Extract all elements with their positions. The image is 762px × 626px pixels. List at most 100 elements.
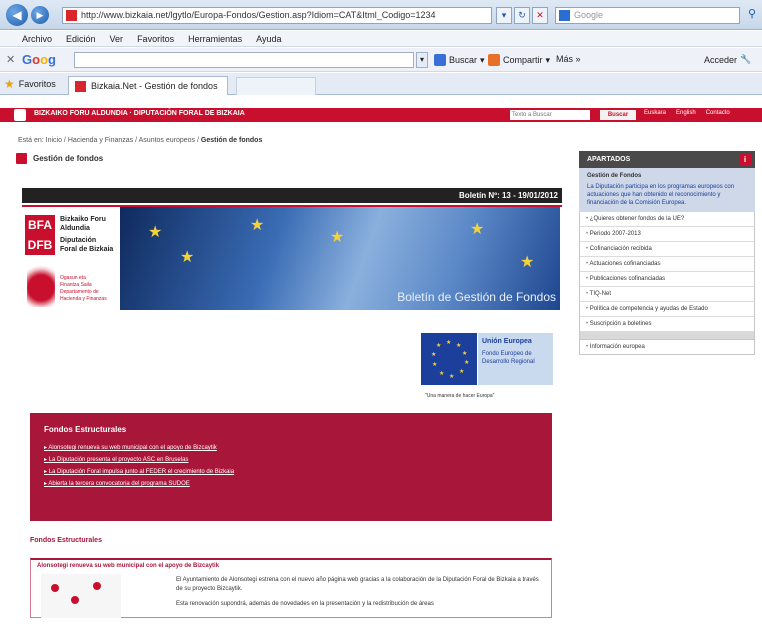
sidebar-intro-title[interactable]: Gestión de Fondos <box>587 173 747 179</box>
sidebar-header: APARTADOS i <box>579 151 755 168</box>
menu-ayuda[interactable]: Ayuda <box>256 31 281 46</box>
sidebar-item[interactable]: Información europea <box>580 340 754 354</box>
tabs-bar: ★ Favoritos Bizkaia.Net - Gestión de fon… <box>0 73 762 95</box>
mas-label: Más » <box>556 54 581 64</box>
fondos-estructurales-box: Fondos Estructurales Alonsotegi renueva … <box>30 413 552 521</box>
address-text: http://www.bizkaia.net/lgytlo/Europa-Fon… <box>81 10 436 20</box>
wrench-icon: 🔧 <box>740 54 752 64</box>
compartir-button[interactable]: Compartir ▾ <box>488 54 550 66</box>
star-icon: ★ <box>470 221 485 238</box>
article-card: Alonsotegi renueva su web municipal con … <box>30 558 552 618</box>
search-icon[interactable]: ⚲ <box>744 7 760 24</box>
acceder-button[interactable]: Acceder 🔧 <box>704 54 751 65</box>
logo-line: Aldundia <box>60 225 90 232</box>
refresh-icon[interactable]: ↻ <box>514 7 530 24</box>
article-paragraph: El Ayuntamiento de Alonsotegi estrena co… <box>176 577 539 592</box>
google-search-input[interactable] <box>74 52 414 68</box>
logo-dfb-text: DFB <box>27 238 53 252</box>
site-header-bar: BIZKAIKO FORU ALDUNDIA · DIPUTACIÓN FORA… <box>0 108 762 122</box>
eu-flag-icon: ★ ★ ★ ★ ★ ★ ★ ★ ★ ★ <box>421 333 477 385</box>
buscar-button[interactable]: Buscar ▾ <box>434 54 485 66</box>
sidebar-divider <box>580 332 754 340</box>
stop-icon[interactable]: ✕ <box>532 7 548 24</box>
sidebar-intro-text: La Diputación participa en los programas… <box>587 184 735 206</box>
close-toolbar-icon[interactable]: ✕ <box>6 53 15 66</box>
sidebar-item[interactable]: TIQ-Net <box>580 287 754 302</box>
link-english[interactable]: English <box>676 110 696 116</box>
search-icon <box>434 54 446 66</box>
fondos-link[interactable]: La Diputación presenta el proyecto ASC e… <box>44 454 538 466</box>
browser-search-placeholder: Google <box>574 10 604 20</box>
logo-sub-line: Finantza Saila <box>60 282 92 288</box>
fondos-link[interactable]: Abierta la tercera convocatoria del prog… <box>44 478 538 490</box>
site-header-text: BIZKAIKO FORU ALDUNDIA · DIPUTACIÓN FORA… <box>34 110 245 117</box>
menu-edicion[interactable]: Edición <box>66 31 96 46</box>
buscar-label: Buscar <box>449 55 478 65</box>
menu-archivo[interactable]: Archivo <box>22 31 52 46</box>
article-title[interactable]: Alonsotegi renueva su web municipal con … <box>37 563 219 569</box>
tab-favicon-icon <box>75 81 86 92</box>
info-icon: i <box>739 153 751 166</box>
favorites-button[interactable]: ★ Favoritos <box>4 77 56 91</box>
fondos-link[interactable]: Alonsotegi renueva su web municipal con … <box>44 442 538 454</box>
bulletin-banner: BFA DFB Bizkaiko Foru Aldundia Diputació… <box>22 205 562 310</box>
sidebar-item[interactable]: Actuaciones cofinanciadas <box>580 257 754 272</box>
link-contacto[interactable]: Contacto <box>706 110 730 116</box>
eu-caption: "Una manera de hacer Europa" <box>425 393 495 399</box>
favorites-label: Favoritos <box>18 79 56 89</box>
logo-line: Diputación <box>60 237 97 244</box>
browser-search-input[interactable]: Google <box>555 7 740 24</box>
document-icon <box>16 153 27 164</box>
banner-caption: Boletín de Gestión de Fondos <box>397 290 556 304</box>
sidebar: APARTADOS i Gestión de Fondos La Diputac… <box>579 151 755 355</box>
new-tab-button[interactable] <box>236 77 316 95</box>
site-search-input[interactable]: Texto a Buscar <box>510 110 590 120</box>
sidebar-item[interactable]: ¿Quieres obtener fondos de la UE? <box>580 212 754 227</box>
star-icon: ★ <box>148 224 163 241</box>
eu-fund: Fondo Europeo de Desarrollo Regional <box>482 351 535 365</box>
dropdown-icon[interactable]: ▾ <box>496 7 512 24</box>
sidebar-header-text: APARTADOS <box>587 156 631 163</box>
site-search-placeholder: Texto a Buscar <box>512 112 552 118</box>
compartir-label: Compartir <box>503 55 543 65</box>
sidebar-item[interactable]: Cofinanciación recibida <box>580 242 754 257</box>
eu-logo-text: Unión Europea Fondo Europeo de Desarroll… <box>478 333 553 385</box>
link-euskara[interactable]: Euskara <box>644 110 666 116</box>
logo-text: Bizkaiko Foru Aldundia Diputación Foral … <box>60 215 113 254</box>
site-search-button[interactable]: Buscar <box>600 110 636 120</box>
star-icon: ★ <box>250 217 265 234</box>
menu-ver[interactable]: Ver <box>110 31 124 46</box>
browser-titlebar: ◀ ▶ http://www.bizkaia.net/lgytlo/Europa… <box>0 0 762 30</box>
star-icon: ★ <box>4 77 15 91</box>
address-bar[interactable]: http://www.bizkaia.net/lgytlo/Europa-Fon… <box>62 7 492 24</box>
chevron-down-icon[interactable]: ▾ <box>416 52 428 68</box>
logo-subtext: Ogasun eta Finantza Saila Departamento d… <box>60 275 107 303</box>
google-logo: Goog <box>22 52 56 67</box>
back-button[interactable]: ◀ <box>6 4 28 26</box>
forward-button[interactable]: ▶ <box>31 6 49 24</box>
acceder-label: Acceder <box>704 54 738 65</box>
menu-herramientas[interactable]: Herramientas <box>188 31 242 46</box>
tab-title: Bizkaia.Net - Gestión de fondos <box>91 81 218 91</box>
menu-favoritos[interactable]: Favoritos <box>137 31 174 46</box>
sidebar-item[interactable]: Suscripción a boletines <box>580 317 754 332</box>
logo-line: Bizkaiko Foru <box>60 216 106 223</box>
sidebar-item[interactable]: Periodo 2007-2013 <box>580 227 754 242</box>
menu-bar: Archivo Edición Ver Favoritos Herramient… <box>0 31 762 47</box>
tab-gestion-fondos[interactable]: Bizkaia.Net - Gestión de fondos <box>68 76 228 95</box>
article-image <box>41 574 121 618</box>
logo-bfa-text: BFA <box>28 218 52 232</box>
sidebar-item[interactable]: Política de competencia y ayudas de Esta… <box>580 302 754 317</box>
mas-button[interactable]: Más » <box>556 54 581 64</box>
breadcrumb-trail[interactable]: Inicio / Hacienda y Finanzas / Asuntos e… <box>46 137 199 144</box>
breadcrumb-prefix: Está en: <box>18 137 44 144</box>
share-icon <box>488 54 500 66</box>
article-paragraph: Esta renovación supondrá, además de nove… <box>176 601 434 607</box>
fondos-link[interactable]: La Diputación Foral impulsa junto al FED… <box>44 466 538 478</box>
sidebar-item[interactable]: Publicaciones cofinanciadas <box>580 272 754 287</box>
breadcrumb: Está en: Inicio / Hacienda y Finanzas / … <box>18 137 262 144</box>
sidebar-intro: Gestión de Fondos La Diputación particip… <box>579 168 755 212</box>
fondos-title: Fondos Estructurales <box>44 425 127 434</box>
article-text: El Ayuntamiento de Alonsotegi estrena co… <box>176 576 546 609</box>
logo-sub-line: Hacienda y Finanzas <box>60 296 107 302</box>
